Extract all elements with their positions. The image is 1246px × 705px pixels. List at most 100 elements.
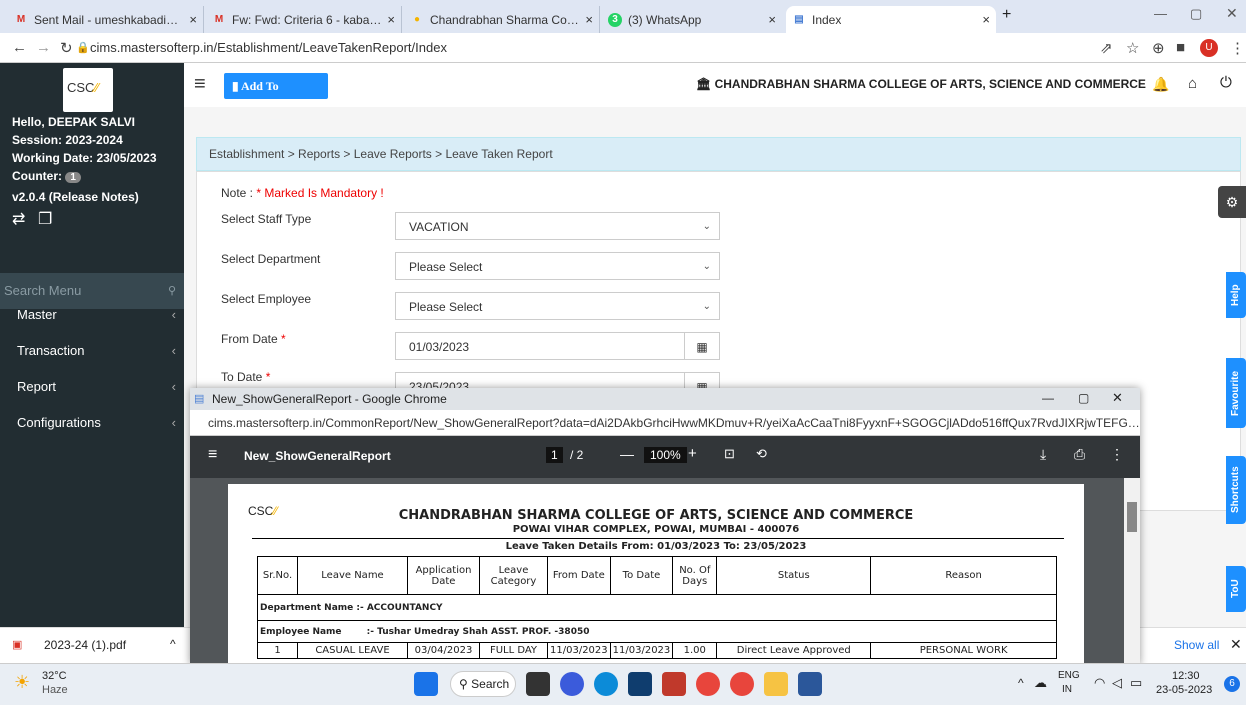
hamburger-icon[interactable]: ≡ xyxy=(194,73,206,96)
browser-tab[interactable]: 3 (3) WhatsApp × xyxy=(602,6,782,33)
tou-tab[interactable]: ToU xyxy=(1226,566,1246,612)
close-icon[interactable]: ✕ xyxy=(1230,636,1242,653)
print-icon[interactable]: ⎙ xyxy=(1074,446,1085,463)
chevron-left-icon: ‹ xyxy=(171,415,176,430)
add-to-favourite-button[interactable]: ▮ Add To Favourite xyxy=(224,73,328,119)
page-total: / 2 xyxy=(570,448,584,462)
chrome-icon[interactable] xyxy=(696,672,720,696)
reload-icon[interactable]: ↻ xyxy=(60,39,73,57)
browser-tab-bar: M Sent Mail - umeshkabadi@cscoll× M Fw: … xyxy=(0,0,1246,33)
settings-gear-icon[interactable]: ⚙ xyxy=(1218,186,1246,218)
from-date-label: From Date * xyxy=(221,332,286,346)
notification-badge[interactable]: 6 xyxy=(1224,676,1240,692)
file-explorer-icon[interactable] xyxy=(764,672,788,696)
extensions-icon[interactable]: ⊕ xyxy=(1152,39,1165,57)
power-icon[interactable]: ⏻ xyxy=(1220,74,1232,91)
share-icon[interactable]: ⇗ xyxy=(1100,39,1113,57)
menu-item-master[interactable]: Master ‹ xyxy=(0,297,184,333)
help-tab[interactable]: Help xyxy=(1226,272,1246,318)
minimize-button[interactable]: — xyxy=(1042,391,1054,405)
page-number-input[interactable]: 1 xyxy=(546,447,563,463)
taskbar-search[interactable]: ⚲ Search xyxy=(450,671,516,697)
maximize-button[interactable]: ▢ xyxy=(1078,391,1089,405)
close-icon[interactable]: × xyxy=(383,12,395,27)
task-view-icon[interactable] xyxy=(526,672,550,696)
browser-tab[interactable]: ● Chandrabhan Sharma College - /× xyxy=(404,6,600,33)
menu-item-transaction[interactable]: Transaction ‹ xyxy=(0,333,184,369)
windows-start-icon[interactable] xyxy=(414,672,438,696)
word-icon[interactable] xyxy=(798,672,822,696)
fit-page-icon[interactable]: ⊡ xyxy=(724,446,735,462)
more-options-icon[interactable]: ⋮ xyxy=(1110,446,1124,463)
hamburger-icon[interactable]: ≡ xyxy=(208,446,217,464)
chat-icon[interactable] xyxy=(560,672,584,696)
switch-icon[interactable]: ⇄ xyxy=(12,209,25,229)
breadcrumb: Establishment > Reports > Leave Reports … xyxy=(196,137,1241,171)
scrollbar[interactable] xyxy=(1124,478,1140,665)
report-college: CHANDRABHAN SHARMA COLLEGE OF ARTS, SCIE… xyxy=(398,508,914,523)
department-select[interactable]: Please Select ⌄ xyxy=(395,252,720,280)
staff-type-label: Select Staff Type xyxy=(221,212,312,226)
menu-item-configurations[interactable]: Configurations ‹ xyxy=(0,405,184,441)
download-file-name[interactable]: 2023-24 (1).pdf xyxy=(44,638,126,652)
chrome-icon[interactable] xyxy=(730,672,754,696)
version-link[interactable]: v2.0.4 (Release Notes) xyxy=(12,190,139,204)
url-input[interactable]: cims.mastersofterp.in/Establishment/Leav… xyxy=(90,37,1090,59)
chevron-down-icon: ⌄ xyxy=(702,301,711,312)
browser-tab-active[interactable]: ▤ Index × xyxy=(786,6,996,33)
speaker-icon[interactable]: ◁ xyxy=(1112,675,1122,691)
browser-tab[interactable]: M Sent Mail - umeshkabadi@cscoll× xyxy=(8,6,204,33)
menu-dots-icon[interactable]: ⋮ xyxy=(1230,39,1245,57)
zoom-in-icon[interactable]: + xyxy=(688,445,697,462)
windows-taskbar: ☀ 32°C Haze ⚲ Search ^ ☁ ENG IN ◠ ◁ ▭ 12… xyxy=(0,663,1246,705)
close-icon[interactable]: × xyxy=(764,12,776,27)
clock-time[interactable]: 12:30 xyxy=(1172,670,1200,682)
new-tab-button[interactable]: + xyxy=(1002,6,1011,24)
favourite-tab[interactable]: Favourite xyxy=(1226,358,1246,428)
edge-icon[interactable] xyxy=(594,672,618,696)
wifi-icon[interactable]: ◠ xyxy=(1094,675,1105,691)
close-window-button[interactable]: ✕ xyxy=(1226,5,1238,22)
copy-icon[interactable]: ❐ xyxy=(38,209,52,229)
maximize-button[interactable]: ▢ xyxy=(1190,6,1202,22)
close-icon[interactable]: × xyxy=(581,12,593,27)
battery-icon[interactable]: ▭ xyxy=(1130,675,1142,691)
chevron-up-icon[interactable]: ^ xyxy=(1018,676,1024,690)
close-icon[interactable]: × xyxy=(185,12,197,27)
pdf-file-icon: ▣ xyxy=(12,639,23,651)
shortcuts-tab[interactable]: Shortcuts xyxy=(1226,456,1246,524)
minimize-button[interactable]: — xyxy=(1154,6,1167,21)
zoom-input[interactable]: 100% xyxy=(644,447,687,463)
employee-select[interactable]: Please Select ⌄ xyxy=(395,292,720,320)
staff-type-select[interactable]: VACATION ⌄ xyxy=(395,212,720,240)
profile-avatar[interactable]: U xyxy=(1200,39,1218,57)
clock-date[interactable]: 23-05-2023 xyxy=(1156,684,1212,696)
weather-temp[interactable]: 32°C xyxy=(42,670,67,682)
forward-icon[interactable]: → xyxy=(36,39,51,56)
show-all-link[interactable]: Show all xyxy=(1174,638,1219,652)
bookmark-star-icon[interactable]: ☆ xyxy=(1126,39,1139,57)
back-icon[interactable]: ← xyxy=(12,39,27,56)
store-icon[interactable] xyxy=(628,672,652,696)
app-grid-icon[interactable] xyxy=(662,672,686,696)
divider xyxy=(252,538,1064,539)
bell-icon[interactable]: 🔔 xyxy=(1152,76,1169,93)
scrollbar-thumb[interactable] xyxy=(1127,502,1137,532)
browser-tab[interactable]: M Fw: Fwd: Criteria 6 - kabadi.umes× xyxy=(206,6,402,33)
leave-table: Sr.No. Leave Name Application Date Leave… xyxy=(257,556,1057,659)
sidepanel-icon[interactable]: ■ xyxy=(1176,39,1185,56)
close-icon[interactable]: × xyxy=(978,12,990,27)
download-icon[interactable]: ⤓ xyxy=(1040,446,1046,463)
cloud-icon[interactable]: ☁ xyxy=(1034,675,1047,691)
close-window-button[interactable]: ✕ xyxy=(1112,390,1123,406)
chevron-up-icon[interactable]: ^ xyxy=(170,637,176,651)
popup-url[interactable]: cims.mastersofterp.in/CommonReport/New_S… xyxy=(190,410,1140,436)
from-date-input[interactable]: 01/03/2023 ▦ xyxy=(395,332,720,360)
rotate-icon[interactable]: ⟲ xyxy=(756,446,767,462)
menu-item-report[interactable]: Report ‹ xyxy=(0,369,184,405)
calendar-icon[interactable]: ▦ xyxy=(684,333,719,359)
lang[interactable]: ENG xyxy=(1058,670,1080,681)
home-icon[interactable]: ⌂ xyxy=(1188,75,1197,92)
employee-row: Employee Name :- Tushar Umedray Shah ASS… xyxy=(257,620,1057,643)
zoom-out-icon[interactable]: — xyxy=(620,446,634,462)
